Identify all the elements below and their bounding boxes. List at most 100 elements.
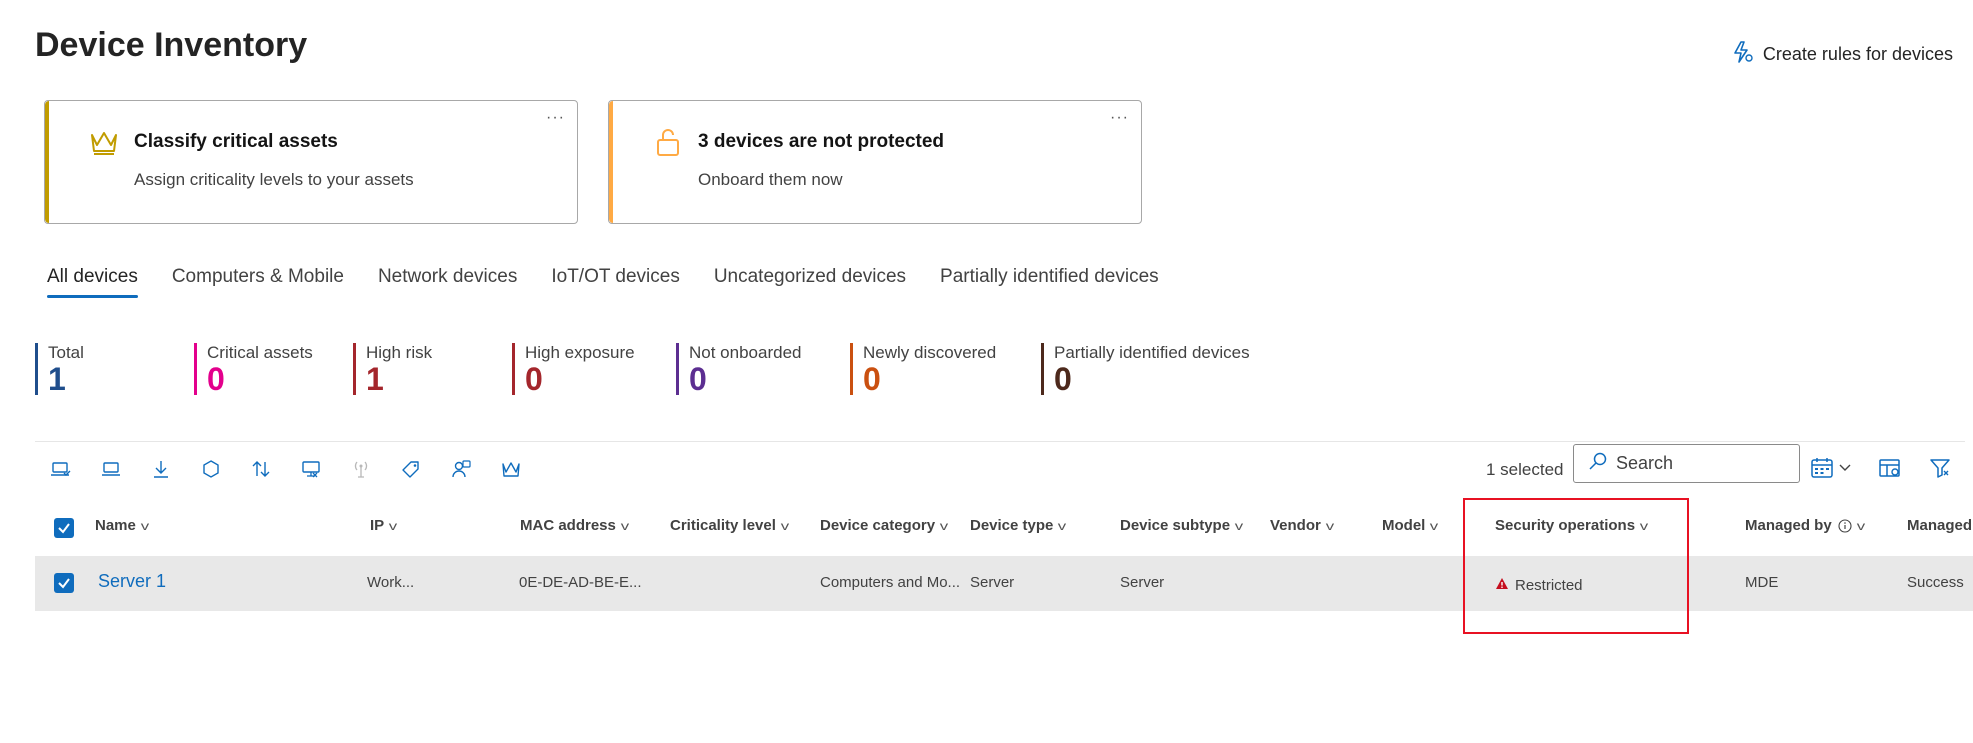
column-header-managed[interactable]: Managed [1907,517,1972,534]
card-title: 3 devices are not protected [698,131,945,152]
more-options-icon[interactable]: ··· [1110,109,1129,127]
tab-all-devices[interactable]: All devices [47,266,138,298]
more-options-icon[interactable]: ··· [546,109,565,127]
cell-managed-by: MDE [1745,574,1779,591]
tab-partially-identified-devices[interactable]: Partially identified devices [940,266,1159,298]
tab-uncategorized-devices[interactable]: Uncategorized devices [714,266,906,298]
stat-label: Critical assets [207,343,313,362]
chevron-down-icon: v [780,518,790,533]
stat-value: 0 [1054,361,1072,397]
unlocked-lock-icon [653,127,683,157]
card-subtitle: Onboard them now [698,170,843,189]
select-all-checkbox[interactable] [54,518,74,538]
chevron-down-icon: v [939,518,949,533]
card-accent-bar [45,101,49,223]
chevron-down-icon: v [1430,518,1439,533]
warning-icon [1495,577,1509,594]
column-header-ip[interactable]: IP v [370,517,398,534]
stat-value: 0 [525,361,543,397]
antenna-icon [349,455,373,483]
chevron-down-icon [1838,461,1852,480]
column-label: Name [95,517,136,534]
stat-high-risk[interactable]: High risk 1 [353,343,432,395]
column-label: Model [1382,517,1426,534]
column-label: Criticality level [670,517,776,534]
status-label: Restricted [1515,577,1583,594]
row-checkbox[interactable] [54,573,74,593]
hexagon-icon[interactable] [199,455,223,483]
stat-critical-assets[interactable]: Critical assets 0 [194,343,313,395]
column-header-name[interactable]: Name v [95,517,150,534]
stat-value: 1 [366,361,384,397]
filter-button[interactable] [1928,456,1952,485]
table-header: Name v IP v MAC address v Criticality level… [35,505,1973,551]
device-exclude-icon[interactable] [299,455,323,483]
cell-mac: 0E-DE-AD-BE-E... [519,574,642,591]
chevron-down-icon: v [620,518,630,533]
chevron-down-icon: v [1058,518,1067,533]
chevron-down-icon: v [1325,518,1335,533]
date-range-dropdown[interactable] [1810,456,1852,485]
column-header-criticality[interactable]: Criticality level v [670,517,790,534]
crown-icon [89,127,119,157]
tab-computers-mobile[interactable]: Computers & Mobile [172,266,344,298]
card-title: Classify critical assets [134,131,338,152]
device-tabs: All devices Computers & Mobile Network d… [47,266,1159,298]
stat-partially-identified[interactable]: Partially identified devices 0 [1041,343,1250,395]
stat-label: Total [48,343,84,362]
customize-columns-button[interactable] [1878,456,1902,485]
sort-icon[interactable] [249,455,273,483]
column-label: MAC address [520,517,616,534]
cell-managed: Success [1907,574,1964,591]
chevron-down-icon: v [1234,518,1244,533]
laptop-icon[interactable] [99,455,123,483]
crown-icon[interactable] [499,455,523,483]
tab-iot-ot-devices[interactable]: IoT/OT devices [551,266,679,298]
column-label: Managed by [1745,517,1832,534]
user-assign-icon[interactable] [449,455,473,483]
chevron-down-icon: v [1639,518,1649,533]
column-header-vendor[interactable]: Vendor v [1270,517,1335,534]
column-header-subtype[interactable]: Device subtype v [1120,517,1244,534]
unprotected-devices-card[interactable]: 3 devices are not protected Onboard them… [608,100,1142,224]
selection-count: 1 selected [1486,460,1564,479]
filter-icon [1928,456,1952,485]
column-header-type[interactable]: Device type v [970,517,1067,534]
calendar-icon [1810,456,1834,485]
section-divider [35,441,1965,442]
download-icon[interactable] [149,455,173,483]
stat-newly-discovered[interactable]: Newly discovered 0 [850,343,996,395]
stat-total[interactable]: Total 1 [35,343,84,395]
card-subtitle: Assign criticality levels to your assets [134,170,414,189]
info-icon[interactable] [1838,518,1852,533]
search-input[interactable] [1616,453,1786,474]
stat-high-exposure[interactable]: High exposure 0 [512,343,635,395]
search-icon [1588,451,1608,476]
column-header-mac[interactable]: MAC address v [520,517,630,534]
tag-icon[interactable] [399,455,423,483]
column-header-managed-by[interactable]: Managed by v [1745,517,1865,534]
device-check-icon[interactable] [49,455,73,483]
stat-value: 0 [863,361,881,397]
card-accent-bar [609,101,613,223]
device-name-link[interactable]: Server 1 [98,571,166,592]
tab-network-devices[interactable]: Network devices [378,266,517,298]
table-row[interactable]: Server 1 Work... 0E-DE-AD-BE-E... Comput… [35,556,1973,611]
search-box[interactable] [1573,444,1800,483]
stat-value: 0 [207,361,225,397]
create-rules-button[interactable]: Create rules for devices [1732,40,1953,69]
stat-label: High exposure [525,343,635,362]
column-header-security-operations[interactable]: Security operations v [1495,517,1649,534]
column-header-model[interactable]: Model v [1382,517,1439,534]
stat-value: 1 [48,361,66,397]
classify-assets-card[interactable]: Classify critical assets Assign critical… [44,100,578,224]
column-header-category[interactable]: Device category v [820,517,949,534]
stat-not-onboarded[interactable]: Not onboarded 0 [676,343,801,395]
stat-label: Not onboarded [689,343,802,362]
chevron-down-icon: v [140,518,150,533]
chevron-down-icon: v [1856,518,1865,533]
cell-type: Server [970,574,1015,591]
column-label: Device category [820,517,936,534]
stat-label: Partially identified devices [1054,343,1250,362]
chevron-down-icon: v [388,518,398,533]
